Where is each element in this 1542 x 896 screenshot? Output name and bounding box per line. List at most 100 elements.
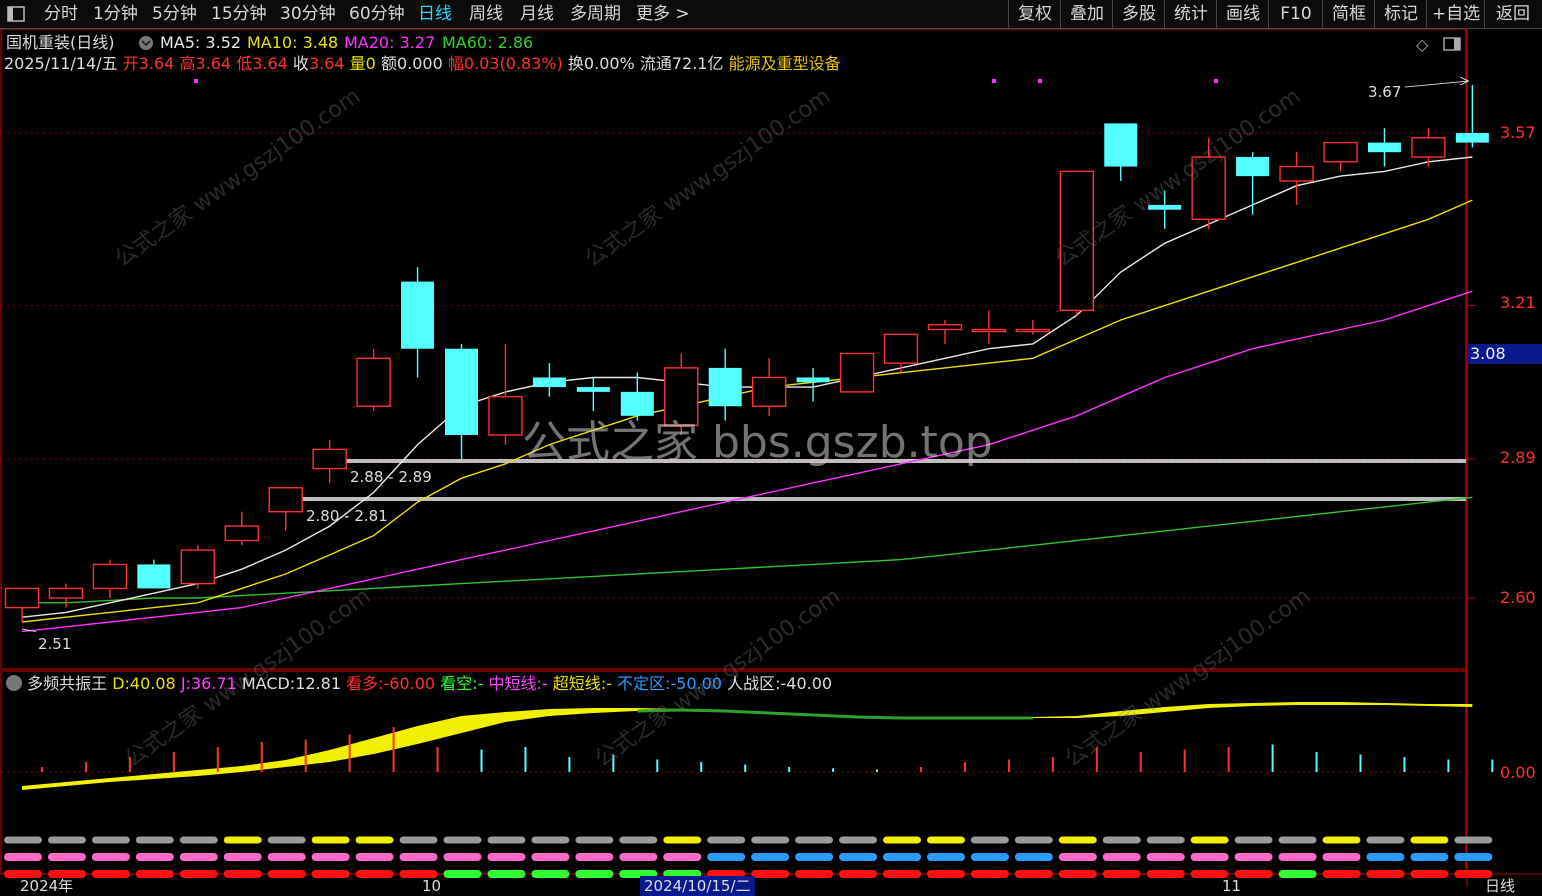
macd-label: MACD:	[241, 674, 296, 693]
quote-date: 2025/11/14/五	[4, 54, 118, 73]
pattern-segment	[1454, 836, 1493, 844]
high-label: 高	[179, 54, 196, 73]
btn-diejia[interactable]: 叠加	[1060, 0, 1113, 28]
high-arrow-icon	[1404, 76, 1470, 88]
close-label: 收	[292, 54, 309, 73]
amount-label: 额	[380, 54, 397, 73]
pattern-segment	[179, 853, 218, 861]
quote-line: 2025/11/14/五 开3.64 高3.64 低3.64 收3.64 量0 …	[4, 54, 841, 74]
candle-body-up	[1323, 141, 1358, 163]
pattern-segment	[531, 853, 570, 861]
panel-toggle-icon[interactable]	[4, 0, 32, 28]
date-month-11: 11	[1222, 877, 1242, 895]
zone-label-upper: 2.88 - 2.89	[350, 468, 432, 486]
signal-dot	[194, 79, 198, 83]
pattern-segment	[1234, 836, 1273, 844]
pattern-segment	[970, 836, 1009, 844]
indicator-name: 多频共振王	[27, 674, 108, 693]
j-value: 36.71	[190, 674, 237, 693]
period-tab-daily[interactable]: 日线	[418, 0, 452, 28]
candle-body-up	[180, 549, 216, 585]
signal-dot	[1038, 79, 1042, 83]
change-label: 幅	[447, 54, 464, 73]
pattern-segment	[1410, 870, 1449, 878]
pattern-segment	[267, 853, 306, 861]
pattern-segment	[1058, 870, 1097, 878]
pattern-segment	[47, 853, 86, 861]
pattern-segment	[135, 870, 174, 878]
pattern-segment	[663, 836, 702, 844]
candle-body-up	[839, 352, 875, 393]
pattern-segment	[751, 836, 790, 844]
pattern-segment	[311, 836, 350, 844]
indicator-zero-tick: 0.00	[1500, 763, 1536, 782]
period-tab-5min[interactable]: 5分钟	[152, 0, 197, 28]
chevron-right-icon: >	[670, 4, 690, 24]
pattern-segment	[883, 836, 921, 844]
pattern-segment	[883, 870, 921, 878]
pattern-segment	[179, 870, 218, 878]
pattern-segment	[47, 836, 86, 844]
period-tab-weekly[interactable]: 周线	[469, 0, 503, 28]
close-value: 3.64	[308, 54, 345, 73]
period-tab-more[interactable]: 更多 >	[636, 0, 690, 28]
pattern-segment	[663, 853, 702, 861]
period-tab-monthly[interactable]: 月线	[520, 0, 554, 28]
top-toolbar: 分时 1分钟 5分钟 15分钟 30分钟 60分钟 日线 周线 月线 多周期 更…	[0, 0, 1542, 29]
bull-value: -60.00	[383, 674, 436, 693]
btn-duogu[interactable]: 多股	[1112, 0, 1165, 28]
period-tab-15min[interactable]: 15分钟	[211, 0, 267, 28]
btn-back[interactable]: 返回	[1484, 0, 1541, 28]
pattern-segment	[223, 853, 262, 861]
ma5-readout: MA5: 3.52	[160, 33, 241, 53]
pattern-segment	[1410, 836, 1449, 844]
period-tab-multi[interactable]: 多周期	[570, 0, 621, 28]
pattern-segment	[970, 853, 1009, 861]
btn-fuquan[interactable]: 复权	[1008, 0, 1061, 28]
pattern-segment	[795, 836, 834, 844]
candle-body-up	[1279, 165, 1314, 182]
pattern-segment	[267, 870, 306, 878]
pattern-segment	[4, 853, 42, 861]
btn-tongji[interactable]: 统计	[1164, 0, 1217, 28]
ma20-readout: MA20: 3.27	[344, 33, 435, 53]
pattern-segment	[1322, 853, 1361, 861]
btn-jiankuang[interactable]: 简框	[1322, 0, 1375, 28]
candle-body-down	[532, 377, 566, 388]
indicator-ribbon-yellow	[22, 702, 1473, 790]
pattern-segment	[1366, 853, 1405, 861]
period-tab-fenshi[interactable]: 分时	[44, 0, 78, 28]
pattern-segment	[839, 836, 878, 844]
pattern-segment	[795, 853, 834, 861]
period-tab-30min[interactable]: 30分钟	[280, 0, 336, 28]
candle-body-up	[48, 587, 84, 599]
date-cursor-box: 2024/10/15/二	[640, 876, 755, 896]
low-label: 低	[236, 54, 253, 73]
window-toggle-icon[interactable]	[1443, 35, 1461, 58]
btn-add-watchlist[interactable]: +自选	[1426, 0, 1485, 28]
signal-dot	[1214, 79, 1218, 83]
btn-f10[interactable]: F10	[1268, 0, 1323, 28]
candle-body-down	[1367, 142, 1401, 153]
pattern-segment	[443, 836, 482, 844]
pattern-segment	[575, 836, 614, 844]
pattern-segment	[311, 853, 350, 861]
btn-biaoji[interactable]: 标记	[1374, 0, 1427, 28]
pattern-segment	[443, 870, 482, 878]
period-tab-1min[interactable]: 1分钟	[93, 0, 138, 28]
price-tick: 3.21	[1500, 293, 1536, 312]
float-cap: 流通72.1亿	[639, 54, 724, 73]
indicator-menu-icon[interactable]	[6, 675, 22, 691]
pattern-segment	[1190, 836, 1229, 844]
period-tab-60min[interactable]: 60分钟	[349, 0, 405, 28]
pattern-segment	[267, 836, 306, 844]
bear-label: 看空:	[440, 674, 478, 693]
btn-huaxian[interactable]: 画线	[1216, 0, 1269, 28]
pattern-segment	[531, 870, 570, 878]
macd-value: 12.81	[295, 674, 342, 693]
pattern-segment	[1146, 853, 1185, 861]
diamond-icon[interactable]: ◇	[1416, 35, 1428, 55]
ma60-label: MA60:	[442, 33, 493, 52]
candle-body-down	[796, 377, 830, 383]
pattern-segment	[487, 870, 526, 878]
